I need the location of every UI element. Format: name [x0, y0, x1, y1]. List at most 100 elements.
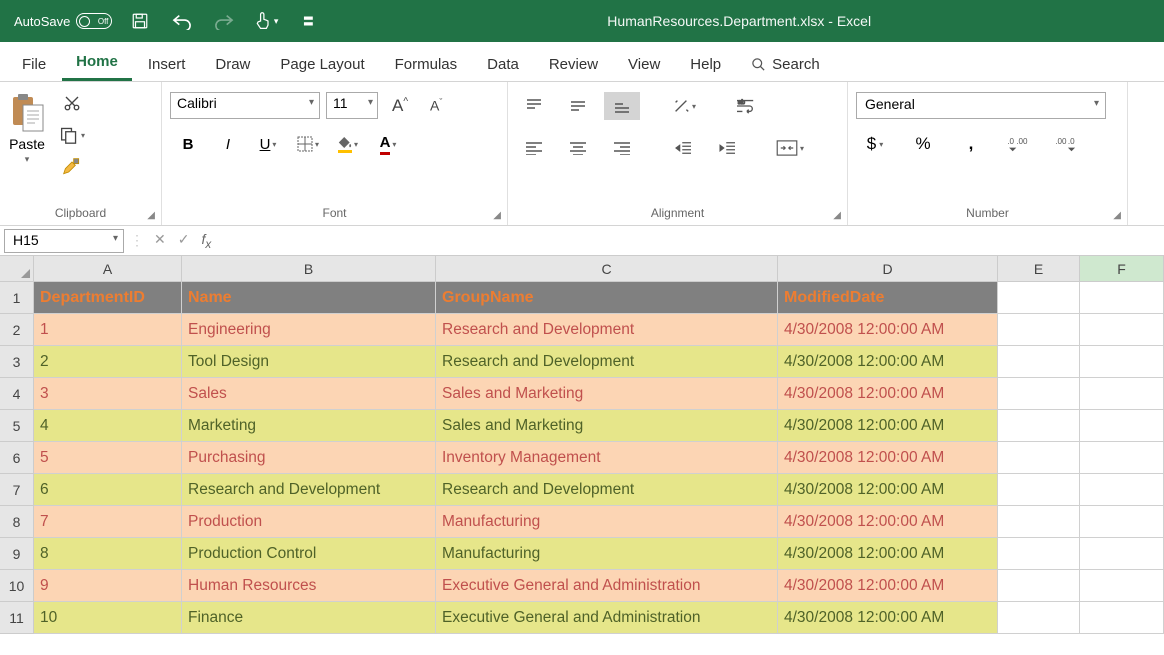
cell[interactable] [998, 474, 1080, 506]
align-middle-button[interactable] [560, 92, 596, 120]
formula-input[interactable] [219, 229, 1164, 253]
font-color-button[interactable]: A [370, 129, 406, 159]
cell[interactable]: Research and Development [436, 346, 778, 378]
row-header[interactable]: 10 [0, 570, 34, 602]
cell[interactable] [1080, 410, 1164, 442]
merge-center-button[interactable] [772, 134, 808, 162]
font-size-select[interactable]: 11 [326, 92, 378, 119]
cell[interactable]: GroupName [436, 282, 778, 314]
cell[interactable]: 4 [34, 410, 182, 442]
cell[interactable] [998, 506, 1080, 538]
cell[interactable]: 9 [34, 570, 182, 602]
align-right-button[interactable] [604, 134, 640, 162]
cell[interactable]: Finance [182, 602, 436, 634]
cell[interactable]: Marketing [182, 410, 436, 442]
italic-button[interactable]: I [210, 129, 246, 159]
font-name-select[interactable]: Calibri [170, 92, 320, 119]
cell[interactable] [1080, 506, 1164, 538]
bold-button[interactable]: B [170, 129, 206, 159]
align-center-button[interactable] [560, 134, 596, 162]
cell[interactable]: Name [182, 282, 436, 314]
cell[interactable] [1080, 602, 1164, 634]
accounting-format-button[interactable]: $ [856, 129, 894, 159]
cell[interactable]: DepartmentID [34, 282, 182, 314]
underline-button[interactable]: U [250, 129, 286, 159]
increase-font-button[interactable]: A^ [384, 96, 416, 116]
row-header[interactable]: 11 [0, 602, 34, 634]
row-header[interactable]: 1 [0, 282, 34, 314]
align-left-button[interactable] [516, 134, 552, 162]
number-launcher[interactable]: ◢ [1113, 210, 1121, 221]
column-header[interactable]: B [182, 256, 436, 282]
cell[interactable]: Engineering [182, 314, 436, 346]
cell[interactable]: 4/30/2008 12:00:00 AM [778, 346, 998, 378]
cell[interactable]: 10 [34, 602, 182, 634]
cell[interactable]: 4/30/2008 12:00:00 AM [778, 442, 998, 474]
cell[interactable] [998, 346, 1080, 378]
cell[interactable]: Inventory Management [436, 442, 778, 474]
autosave-toggle[interactable]: AutoSave Off [14, 13, 112, 29]
cell[interactable]: Tool Design [182, 346, 436, 378]
clipboard-launcher[interactable]: ◢ [147, 210, 155, 221]
cell[interactable] [998, 570, 1080, 602]
row-header[interactable]: 8 [0, 506, 34, 538]
save-icon[interactable] [128, 9, 152, 33]
cell[interactable]: 4/30/2008 12:00:00 AM [778, 474, 998, 506]
undo-icon[interactable] [170, 9, 194, 33]
increase-decimal-button[interactable]: .0.00 [1000, 129, 1038, 159]
cell[interactable] [1080, 474, 1164, 506]
cell[interactable] [998, 410, 1080, 442]
cell[interactable]: 4/30/2008 12:00:00 AM [778, 410, 998, 442]
row-header[interactable]: 2 [0, 314, 34, 346]
align-top-button[interactable] [516, 92, 552, 120]
cell[interactable]: Research and Development [436, 474, 778, 506]
cell[interactable] [1080, 378, 1164, 410]
cell[interactable]: 4/30/2008 12:00:00 AM [778, 570, 998, 602]
cell[interactable]: 4/30/2008 12:00:00 AM [778, 538, 998, 570]
align-bottom-button[interactable] [604, 92, 640, 120]
redo-icon[interactable] [212, 9, 236, 33]
borders-button[interactable] [290, 129, 326, 159]
cell[interactable]: Research and Development [436, 314, 778, 346]
tab-view[interactable]: View [614, 48, 674, 81]
cancel-formula-icon[interactable]: ✕ [154, 231, 166, 251]
cell[interactable]: Sales [182, 378, 436, 410]
cell[interactable]: 6 [34, 474, 182, 506]
cell[interactable]: Sales and Marketing [436, 378, 778, 410]
cell[interactable]: Research and Development [182, 474, 436, 506]
column-header[interactable]: F [1080, 256, 1164, 282]
decrease-indent-button[interactable] [666, 134, 702, 162]
cell[interactable] [1080, 538, 1164, 570]
cell[interactable]: 8 [34, 538, 182, 570]
fill-color-button[interactable] [330, 129, 366, 159]
cell[interactable]: Production [182, 506, 436, 538]
name-box[interactable]: H15 [4, 229, 124, 253]
number-format-select[interactable]: General [856, 92, 1106, 119]
cell[interactable] [1080, 314, 1164, 346]
row-header[interactable]: 6 [0, 442, 34, 474]
cell[interactable] [1080, 282, 1164, 314]
tab-data[interactable]: Data [473, 48, 533, 81]
tab-review[interactable]: Review [535, 48, 612, 81]
cell[interactable]: 5 [34, 442, 182, 474]
qat-customize-icon[interactable]: 〓 [296, 9, 320, 33]
tab-formulas[interactable]: Formulas [381, 48, 472, 81]
alignment-launcher[interactable]: ◢ [833, 210, 841, 221]
touch-mode-icon[interactable]: ▾ [254, 9, 278, 33]
select-all-corner[interactable] [0, 256, 34, 282]
cell[interactable]: 2 [34, 346, 182, 378]
cell[interactable] [998, 378, 1080, 410]
cell[interactable] [998, 538, 1080, 570]
cell[interactable] [998, 282, 1080, 314]
cell[interactable]: 4/30/2008 12:00:00 AM [778, 314, 998, 346]
cell[interactable]: 4/30/2008 12:00:00 AM [778, 378, 998, 410]
cell[interactable] [1080, 442, 1164, 474]
column-header[interactable]: E [998, 256, 1080, 282]
increase-indent-button[interactable] [710, 134, 746, 162]
cell[interactable]: 1 [34, 314, 182, 346]
wrap-text-button[interactable]: ab [728, 92, 764, 120]
insert-function-button[interactable]: fx [201, 231, 211, 251]
decrease-decimal-button[interactable]: .00.0 [1048, 129, 1086, 159]
copy-button[interactable]: ▾ [58, 124, 86, 146]
paste-button[interactable]: Paste ▾ [8, 88, 46, 165]
